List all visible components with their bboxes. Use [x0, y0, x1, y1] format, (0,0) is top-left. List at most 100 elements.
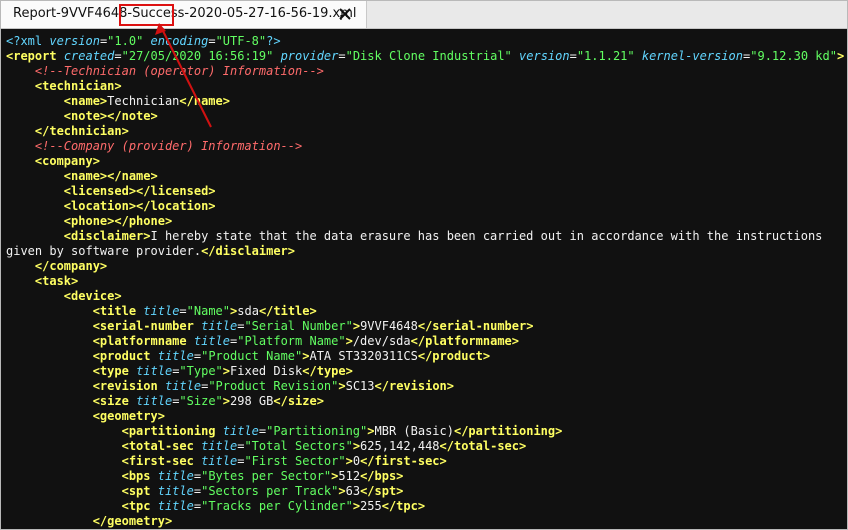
- tag-open: <revision: [92, 379, 158, 393]
- xml-line: <partitioning title="Partitioning">MBR (…: [121, 424, 563, 438]
- attribute-value: "Partitioning": [266, 424, 368, 438]
- tag: <device>: [63, 289, 122, 303]
- attribute-name: title: [143, 304, 180, 318]
- xml-line: <bps title="Bytes per Sector">512</bps>: [121, 469, 404, 483]
- attribute-name: created: [63, 49, 115, 63]
- tag-open: <product: [92, 349, 151, 363]
- comment-line: <!--Technician (operator) Information-->: [6, 64, 324, 79]
- xml-line: </company>: [6, 259, 107, 274]
- tag-close: </title>: [258, 304, 317, 318]
- tag-end: >: [345, 334, 353, 348]
- element-text: 63: [345, 484, 361, 498]
- tag-close: </licensed>: [136, 184, 216, 198]
- tag-end: >: [352, 499, 361, 513]
- attribute-name: title: [193, 334, 230, 348]
- xml-comment: <!--Technician (operator) Information-->: [34, 64, 324, 78]
- tag-open: <title: [92, 304, 137, 318]
- element-text: Fixed Disk: [230, 364, 303, 378]
- attribute-value: "UTF-8": [215, 34, 267, 48]
- tag-end: >: [338, 379, 346, 393]
- attribute-value: "Product Revision": [208, 379, 339, 393]
- attribute-name: title: [201, 319, 238, 333]
- tag-close: </name>: [107, 169, 158, 183]
- attribute-name: title: [157, 499, 194, 513]
- tab-title: Report-9VVF4648-Success-2020-05-27-16-56…: [13, 6, 357, 21]
- attribute-name: title: [136, 394, 173, 408]
- attribute-value: "Size": [179, 394, 223, 408]
- attribute-name: encoding: [150, 34, 209, 48]
- tag-open: <partitioning: [121, 424, 216, 438]
- tag-close: </partitioning>: [453, 424, 563, 438]
- tag-end: >: [352, 319, 361, 333]
- annotation-highlight-box: [119, 4, 174, 26]
- attribute-name: title: [136, 364, 173, 378]
- attribute-value: "Product Name": [201, 349, 303, 363]
- tag-close: </tpc>: [381, 499, 426, 513]
- element-text: sda: [237, 304, 259, 318]
- attribute-value: "Serial Number": [244, 319, 353, 333]
- tag: <task>: [34, 274, 79, 288]
- tag-close: </serial-number>: [417, 319, 534, 333]
- xml-line: <revision title="Product Revision">SC13<…: [92, 379, 454, 393]
- element-text: 9VVF4648: [360, 319, 418, 333]
- element-text: 625,142,448: [360, 439, 440, 453]
- attribute-value: "1.0": [107, 34, 144, 48]
- tag-close: </disclaimer>: [201, 244, 295, 258]
- close-tab-icon[interactable]: [337, 6, 353, 22]
- xml-pi-close: ?>: [266, 34, 281, 48]
- attribute-value: "27/05/2020 16:56:19": [121, 49, 274, 63]
- xml-line: <product title="Product Name">ATA ST3320…: [92, 349, 491, 363]
- xml-line: </geometry>: [6, 514, 172, 529]
- attribute-value: "Tracks per Cylinder": [201, 499, 353, 513]
- tag: </technician>: [34, 124, 129, 138]
- xml-line: <serial-number title="Serial Number">9VV…: [92, 319, 534, 333]
- xml-line: <type title="Type">Fixed Disk</type>: [92, 364, 353, 378]
- tag-open: <tpc: [121, 499, 151, 513]
- tag-open: <licensed>: [63, 184, 137, 198]
- tag-close: >: [836, 49, 845, 63]
- tag-open: <location>: [63, 199, 137, 213]
- tag: </company>: [34, 259, 108, 273]
- xml-line: <licensed></licensed>: [6, 184, 216, 199]
- element-text: ATA ST3320311CS: [309, 349, 418, 363]
- attribute-name: provider: [280, 49, 339, 63]
- xml-comment: <!--Company (provider) Information-->: [34, 139, 303, 153]
- tag: <company>: [34, 154, 100, 168]
- attribute-name: title: [201, 454, 238, 468]
- tag-open: <name>: [63, 169, 108, 183]
- xml-editor[interactable]: <?xml version="1.0" encoding="UTF-8"?> <…: [1, 29, 847, 529]
- xml-line: <location></location>: [6, 199, 216, 214]
- xml-line: <disclaimer>I hereby state that the data…: [6, 229, 823, 244]
- xml-line: <tpc title="Tracks per Cylinder">255</tp…: [121, 499, 426, 513]
- tag-close: </first-sec>: [360, 454, 447, 468]
- tag-open: <size: [92, 394, 129, 408]
- attribute-value: "9.12.30 kd": [750, 49, 837, 63]
- attribute-name: title: [164, 379, 202, 393]
- editor-window: Report-9VVF4648-Success-2020-05-27-16-56…: [0, 0, 848, 530]
- tag-end: >: [222, 364, 231, 378]
- tag-close: </size>: [273, 394, 324, 408]
- tag-end: >: [338, 484, 346, 498]
- tag-open: <report: [6, 49, 57, 63]
- element-text: I hereby state that the data erasure has…: [150, 229, 823, 243]
- tag-close: </total-sec>: [439, 439, 527, 453]
- xml-line: <phone></phone>: [6, 214, 172, 229]
- attribute-name: title: [157, 469, 194, 483]
- element-text: /dev/sda: [352, 334, 411, 348]
- attribute-value: "Total Sectors": [244, 439, 353, 453]
- tag-close: </location>: [136, 199, 216, 213]
- tab-report-file[interactable]: Report-9VVF4648-Success-2020-05-27-16-56…: [1, 1, 367, 28]
- tag-open: <type: [92, 364, 129, 378]
- xml-line: <task>: [6, 274, 78, 289]
- element-text: 0: [352, 454, 361, 468]
- attribute-name: version: [519, 49, 570, 63]
- tag-open: <platformname: [92, 334, 187, 348]
- tag-open: <note>: [63, 109, 108, 123]
- attribute-name: title: [157, 349, 194, 363]
- attribute-value: "Type": [179, 364, 223, 378]
- tag-open: <spt: [121, 484, 151, 498]
- xml-line: <technician>: [6, 79, 122, 94]
- attribute-name: title: [157, 484, 194, 498]
- tag-close: </note>: [107, 109, 158, 123]
- xml-line: <total-sec title="Total Sectors">625,142…: [121, 439, 527, 453]
